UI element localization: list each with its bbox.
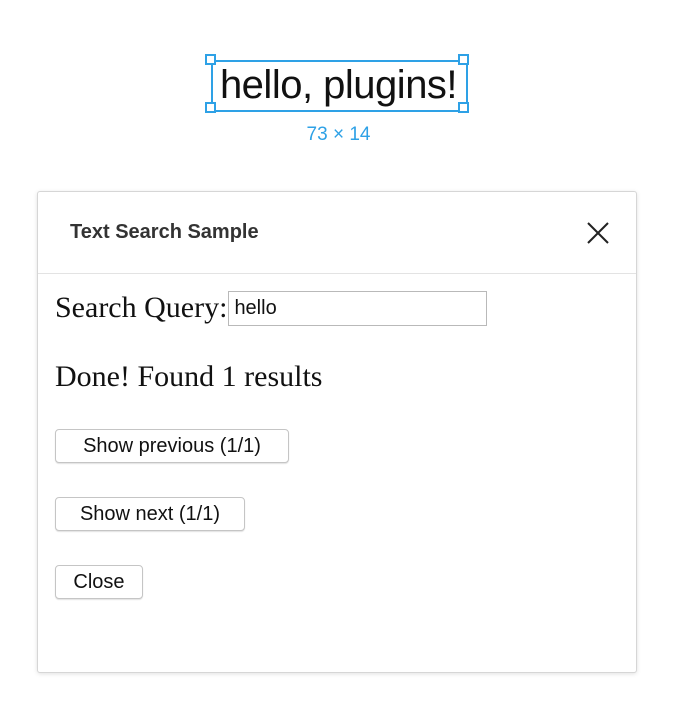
search-query-label: Search Query: xyxy=(55,291,228,324)
resize-handle-bottom-left[interactable] xyxy=(205,102,216,113)
selected-text-node[interactable]: hello, plugins! xyxy=(205,54,469,113)
panel-title: Text Search Sample xyxy=(70,221,259,243)
search-input[interactable] xyxy=(228,290,488,326)
dimensions-label: 73 × 14 xyxy=(306,124,371,145)
plugin-panel: Text Search Sample Search Query: Done! F… xyxy=(37,191,637,673)
status-message: Done! Found 1 results xyxy=(55,360,323,393)
panel-header: Text Search Sample xyxy=(38,192,636,274)
resize-handle-top-left[interactable] xyxy=(205,54,216,65)
canvas-text-content: hello, plugins! xyxy=(219,63,458,107)
resize-handle-top-right[interactable] xyxy=(458,54,469,65)
close-icon[interactable] xyxy=(584,219,612,247)
search-query-row: Search Query: xyxy=(55,290,488,326)
resize-handle-bottom-right[interactable] xyxy=(458,102,469,113)
show-previous-button[interactable]: Show previous (1/1) xyxy=(55,429,289,463)
show-next-button[interactable]: Show next (1/1) xyxy=(55,497,245,531)
close-button[interactable]: Close xyxy=(55,565,143,599)
